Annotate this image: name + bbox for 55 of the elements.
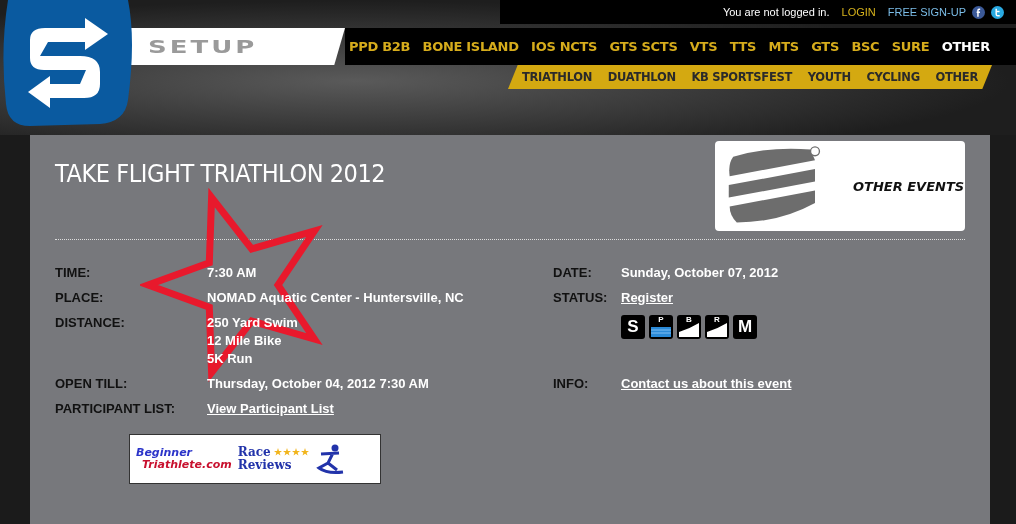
sub-nav-tab[interactable]: OTHER <box>935 70 978 84</box>
letter-tile-icon: S <box>621 315 645 339</box>
field-label: INFO: <box>553 376 590 391</box>
field-label: PLACE: <box>55 290 105 305</box>
field-value: 7:30 AM <box>207 265 257 280</box>
field-value: Thursday, October 04, 2012 7:30 AM <box>207 376 429 391</box>
nav-tab[interactable]: SURE <box>891 39 930 54</box>
nav-tab[interactable]: MTS <box>768 39 799 54</box>
nav-tab[interactable]: GTS <box>811 39 839 54</box>
field-label: PARTICIPANT LIST: <box>55 401 177 416</box>
twitter-icon[interactable] <box>991 5 1004 19</box>
star-icon <box>300 448 309 457</box>
field-label: OPEN TILL: <box>55 376 129 391</box>
nav-tab[interactable]: PPD B2B <box>349 39 411 54</box>
reviews-text: Reviews <box>237 459 293 473</box>
sub-nav-tab[interactable]: DUATHLON <box>607 70 676 84</box>
nav-tab[interactable]: BONE ISLAND <box>422 39 519 54</box>
login-link[interactable]: LOGIN <box>841 6 876 18</box>
hill-tile-icon: R <box>705 315 729 339</box>
facebook-icon[interactable] <box>972 5 985 19</box>
swim-tile-icon: P <box>649 315 673 339</box>
runner-icon <box>314 444 345 474</box>
field-value: 5K Run <box>207 351 253 366</box>
nav-tab[interactable]: BSC <box>851 39 880 54</box>
field-link[interactable]: Register <box>621 290 674 305</box>
star-icon <box>291 448 300 457</box>
field-label: TIME: <box>55 265 92 280</box>
other-events-button[interactable]: OTHER EVENTS <box>715 141 965 231</box>
race-reviews-banner[interactable]: Beginner Triathlete.com Race Reviews <box>129 434 381 484</box>
star-icon <box>282 448 291 457</box>
field-label: DATE: <box>553 265 593 280</box>
nav-tab[interactable]: IOS NCTS <box>531 39 598 54</box>
field-link[interactable]: Contact us about this event <box>621 376 792 391</box>
site-logo-text: Triathlete.com <box>141 459 232 472</box>
field-link[interactable]: View Participant List <box>207 401 334 416</box>
site-logo-text: Beginner <box>136 446 194 459</box>
star-icon <box>273 448 282 457</box>
field-label: STATUS: <box>553 290 609 305</box>
sub-nav-tab[interactable]: KB SPORTSFEST <box>691 70 792 84</box>
field-value: Sunday, October 07, 2012 <box>621 265 779 280</box>
nav-tab[interactable]: GTS SCTS <box>609 39 678 54</box>
event-title: TAKE FLIGHT TRIATHLON 2012 <box>55 159 386 188</box>
signup-link[interactable]: FREE SIGN-UP <box>887 6 966 18</box>
letter-tile-icon: M <box>733 315 757 339</box>
sub-nav-tab[interactable]: YOUTH <box>807 70 851 84</box>
wordmark-banner: SETUP <box>130 28 345 65</box>
nav-tab[interactable]: OTHER <box>941 39 990 54</box>
race-text: Race <box>237 445 271 459</box>
field-label: DISTANCE: <box>55 315 126 332</box>
nav-tab[interactable]: TTS <box>729 39 757 54</box>
nav-tab[interactable]: VTS <box>689 39 718 54</box>
sub-nav-tab[interactable]: TRIATHLON <box>522 70 593 84</box>
sub-nav-tab[interactable]: CYCLING <box>866 70 920 84</box>
login-status-text: You are not logged in. <box>722 6 830 18</box>
hill-tile-icon: B <box>677 315 701 339</box>
